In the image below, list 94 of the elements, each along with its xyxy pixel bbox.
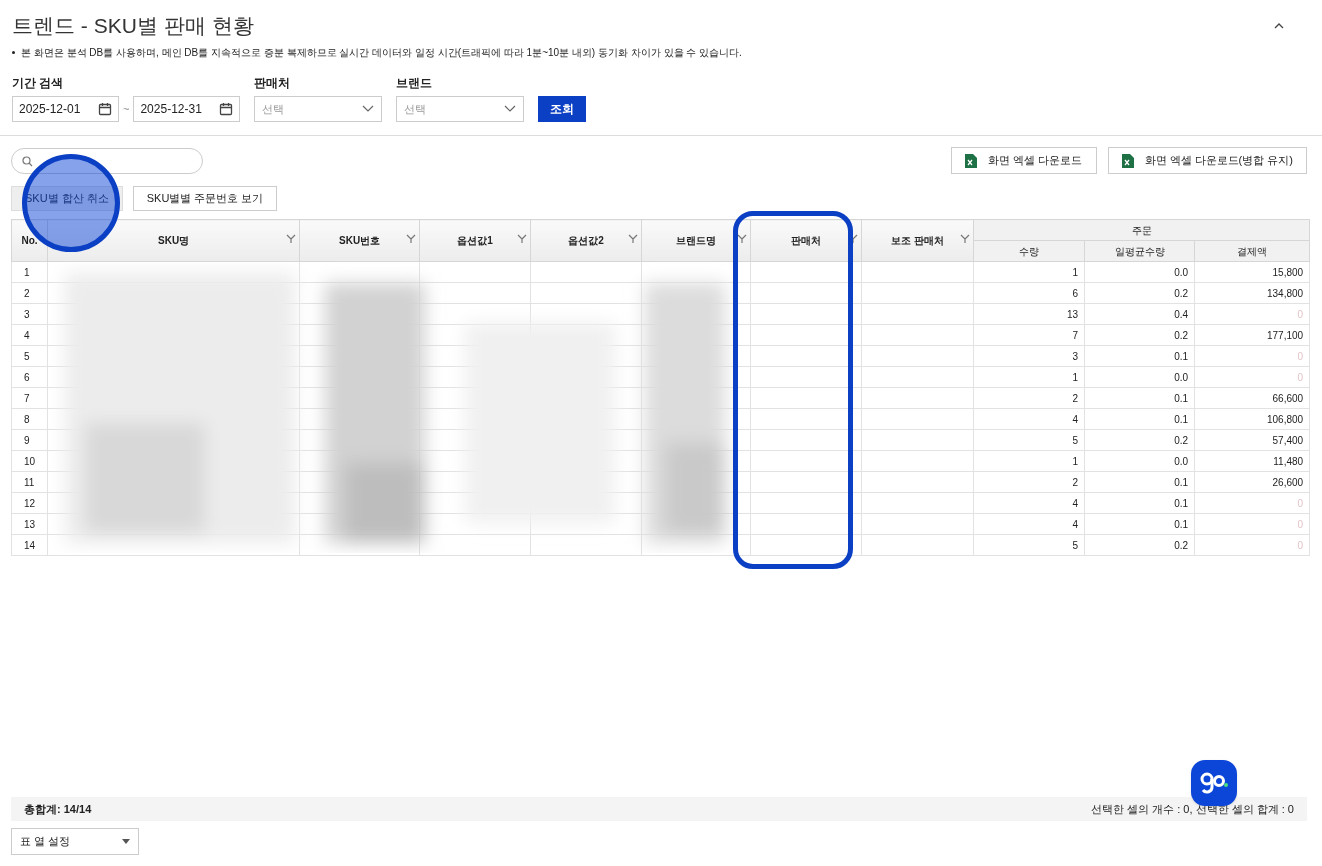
table-cell: 0.1 (1084, 492, 1195, 514)
row-number: 14 (11, 534, 48, 556)
toggle-button[interactable]: SKU별별 주문번호 보기 (132, 186, 278, 211)
table-cell: 7 (973, 324, 1085, 346)
table-cell: 0.1 (1084, 471, 1195, 493)
selection-summary: 선택한 셀의 개수 : 0, 선택한 셀의 합계 : 0 (1091, 801, 1294, 817)
table-cell: 4 (973, 408, 1085, 430)
excel-download-button[interactable]: 화면 엑셀 다운로드 (951, 147, 1097, 174)
row-number: 9 (11, 429, 48, 451)
table-cell: 26,600 (1194, 471, 1310, 493)
table-cell: 6 (973, 282, 1085, 304)
table-cell: 0.0 (1084, 366, 1195, 388)
excel-download-button[interactable]: 화면 엑셀 다운로드(병합 유지) (1107, 147, 1307, 174)
row-number: 4 (11, 324, 48, 346)
table-cell: 5 (973, 429, 1085, 451)
table-cell: 3 (973, 345, 1085, 367)
filter-icon[interactable] (960, 234, 971, 244)
table-cell: 5 (973, 534, 1085, 556)
search-icon (22, 155, 33, 167)
table-cell: 1 (973, 261, 1085, 283)
table-cell: 11,480 (1194, 450, 1310, 472)
table-cell: 0.2 (1084, 429, 1195, 451)
column-header[interactable]: 브랜드명 (641, 219, 751, 262)
dropdown-arrow-icon (122, 839, 130, 844)
table-cell: 13 (973, 303, 1085, 325)
spreadsheet-icon (1121, 153, 1134, 168)
table-cell: 0.0 (1084, 261, 1195, 283)
table-cell: 4 (973, 513, 1085, 535)
filter-icon[interactable] (406, 234, 417, 244)
table-cell: 1 (973, 450, 1085, 472)
column-header[interactable]: 보조 판매처 (861, 219, 974, 262)
chevron-down-icon (504, 105, 517, 113)
row-number: 10 (11, 450, 48, 472)
calendar-icon[interactable] (219, 102, 234, 116)
total-count: 총합계: 14/14 (24, 801, 92, 817)
spreadsheet-icon (965, 153, 978, 168)
filter-icon[interactable] (286, 234, 297, 244)
column-header[interactable]: 옵션값1 (419, 219, 531, 262)
table-cell: 4 (973, 492, 1085, 514)
table-cell: 0.1 (1084, 513, 1195, 535)
table-cell: 106,800 (1194, 408, 1310, 430)
collapse-icon[interactable] (1274, 23, 1284, 29)
bullet-icon (12, 50, 15, 54)
row-number: 6 (11, 366, 48, 388)
chat-logo-icon (1199, 772, 1229, 794)
table-cell: 66,600 (1194, 387, 1310, 409)
row-number: 13 (11, 513, 48, 535)
search-button[interactable]: 조회 (538, 96, 587, 122)
row-number: 2 (11, 282, 48, 304)
calendar-icon[interactable] (98, 102, 112, 116)
row-number: 7 (11, 387, 48, 409)
page-title: 트렌드 - SKU별 판매 현황 (12, 13, 254, 40)
table-cell: 134,800 (1194, 282, 1310, 304)
filter-icon[interactable] (628, 234, 639, 244)
field-label: 기간 검색 (12, 75, 65, 92)
table-cell: 177,100 (1194, 324, 1310, 346)
toggle-button[interactable]: SKU별 합산 취소 (11, 186, 123, 211)
table-cell: 0.1 (1084, 387, 1195, 409)
search-field[interactable] (11, 147, 203, 174)
column-header[interactable]: SKU명 (47, 219, 300, 262)
row-number: 8 (11, 408, 48, 430)
column-settings-dropdown[interactable]: 표 열 설정 (11, 828, 139, 855)
field-label: 판매처 (254, 75, 292, 92)
row-number: 3 (11, 303, 48, 325)
table-cell: 0.2 (1084, 324, 1195, 346)
date-field[interactable]: 2025-12-01 (12, 96, 119, 122)
row-number: 12 (11, 492, 48, 514)
table-cell: 15,800 (1194, 261, 1310, 283)
table-cell: 1 (973, 366, 1085, 388)
chevron-down-icon (362, 105, 375, 113)
table-cell: 0.2 (1084, 534, 1195, 556)
table-cell: 57,400 (1194, 429, 1310, 451)
filter-icon[interactable] (737, 234, 748, 244)
range-separator: ~ (123, 101, 130, 117)
column-header[interactable]: No. (11, 219, 48, 262)
row-number: 11 (11, 471, 48, 493)
field-label: 브랜드 (396, 75, 434, 92)
column-header[interactable]: SKU번호 (299, 219, 420, 262)
row-number: 5 (11, 345, 48, 367)
table-cell: 0.2 (1084, 282, 1195, 304)
table-cell: 2 (973, 387, 1085, 409)
notice-text: 본 화면은 분석 DB를 사용하며, 메인 DB를 지속적으로 증분 복제하므로 실시간 데이터와 일정 시간(트래픽에 따라 1분~10분 내외) 동기화 차이가 있을 수 있습니다. (21, 45, 742, 60)
date-field[interactable]: 2025-12-31 (133, 96, 241, 122)
table-cell: 2 (973, 471, 1085, 493)
table-cell: 0.4 (1084, 303, 1195, 325)
table-cell: 0.0 (1084, 450, 1195, 472)
filter-icon[interactable] (517, 234, 528, 244)
row-number: 1 (11, 261, 48, 283)
table-cell: 0.1 (1084, 345, 1195, 367)
group-header: 주문 (973, 219, 1310, 241)
chat-launcher-button[interactable] (1191, 760, 1237, 806)
column-header[interactable]: 판매처 (750, 219, 862, 262)
table-cell: 0.1 (1084, 408, 1195, 430)
column-header[interactable]: 옵션값2 (530, 219, 642, 262)
